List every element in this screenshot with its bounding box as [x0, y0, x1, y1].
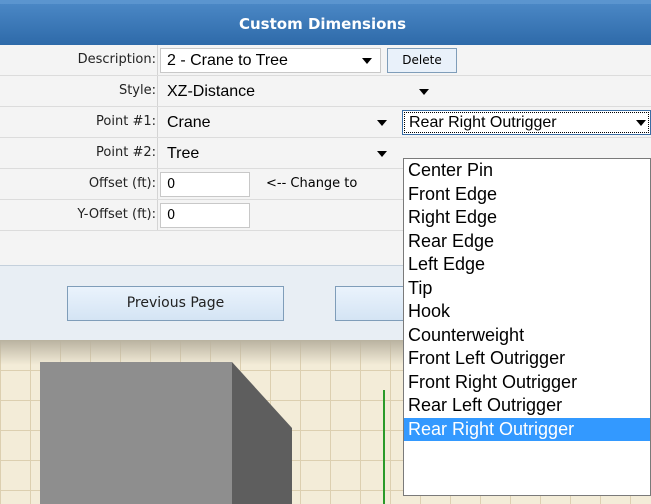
dropdown-option-tip[interactable]: Tip	[404, 277, 650, 301]
dropdown-option-front-left-outrigger[interactable]: Front Left Outrigger	[404, 347, 650, 371]
dropdown-option-front-edge[interactable]: Front Edge	[404, 183, 650, 207]
chevron-down-icon	[362, 58, 372, 64]
point2-select[interactable]: Tree	[160, 141, 396, 166]
description-value: 2 - Crane to Tree	[167, 52, 288, 69]
description-select[interactable]: 2 - Crane to Tree	[160, 48, 381, 73]
yoffset-input[interactable]: 0	[160, 203, 250, 228]
dropdown-option-front-right-outrigger[interactable]: Front Right Outrigger	[404, 371, 650, 395]
point1-row: Point #1: Crane Rear Right Outrigger	[0, 107, 651, 138]
style-value: XZ-Distance	[167, 83, 256, 100]
yoffset-label: Y-Offset (ft):	[77, 207, 156, 222]
chevron-down-icon	[419, 89, 429, 95]
description-label: Description:	[77, 52, 156, 67]
subpoint-dropdown-list[interactable]: Center Pin Front Edge Right Edge Rear Ed…	[403, 158, 651, 496]
dropdown-option-counterweight[interactable]: Counterweight	[404, 324, 650, 348]
dropdown-option-center-pin[interactable]: Center Pin	[404, 159, 650, 183]
description-row: Description: 2 - Crane to Tree Delete	[0, 45, 651, 76]
point1-value: Crane	[167, 114, 211, 131]
dropdown-option-rear-left-outrigger[interactable]: Rear Left Outrigger	[404, 394, 650, 418]
chevron-down-icon	[636, 120, 646, 126]
dropdown-option-right-edge[interactable]: Right Edge	[404, 206, 650, 230]
dropdown-option-left-edge[interactable]: Left Edge	[404, 253, 650, 277]
point1-select[interactable]: Crane	[160, 110, 396, 135]
crane-body-shape	[40, 362, 232, 504]
dialog-title-bar: Custom Dimensions	[0, 0, 651, 45]
offset-input[interactable]: 0	[160, 172, 250, 197]
style-select[interactable]: XZ-Distance	[160, 79, 438, 104]
previous-page-button[interactable]: Previous Page	[67, 286, 284, 321]
style-row: Style: XZ-Distance	[0, 76, 651, 107]
dropdown-option-rear-right-outrigger[interactable]: Rear Right Outrigger	[404, 417, 650, 441]
point1-subpoint-value: Rear Right Outrigger	[409, 114, 557, 131]
chevron-down-icon	[377, 120, 387, 126]
dialog-title: Custom Dimensions	[239, 15, 406, 33]
offset-hint: <-- Change to	[266, 176, 358, 191]
point1-subpoint-select[interactable]: Rear Right Outrigger	[402, 110, 651, 135]
dropdown-option-hook[interactable]: Hook	[404, 300, 650, 324]
point2-label: Point #2:	[96, 145, 156, 160]
dropdown-option-rear-edge[interactable]: Rear Edge	[404, 230, 650, 254]
point1-label: Point #1:	[96, 114, 156, 129]
offset-label: Offset (ft):	[88, 176, 156, 191]
style-label: Style:	[118, 83, 156, 98]
crane-body-side-shape	[232, 362, 292, 504]
delete-button[interactable]: Delete	[387, 48, 457, 73]
chevron-down-icon	[377, 151, 387, 157]
point2-value: Tree	[167, 145, 200, 162]
